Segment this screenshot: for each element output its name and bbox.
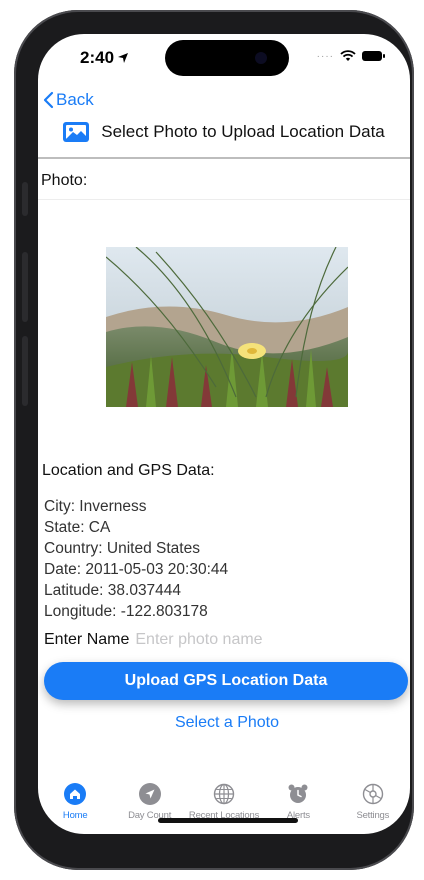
city-value: City: Inverness (44, 498, 147, 515)
longitude-value: Longitude: -122.803178 (44, 603, 208, 620)
upload-gps-button[interactable]: Upload GPS Location Data (44, 662, 408, 700)
house-icon (64, 783, 87, 805)
alarm-clock-icon (288, 784, 308, 803)
gear-icon (362, 783, 384, 805)
volume-down-button (22, 336, 28, 406)
latitude-value: Latitude: 38.037444 (44, 582, 182, 599)
chevron-left-icon (43, 91, 54, 109)
status-time: 2:40 (80, 48, 129, 68)
page-title: Select Photo to Upload Location Data (101, 122, 385, 141)
tab-home[interactable]: Home (38, 783, 112, 821)
status-time-text: 2:40 (80, 48, 115, 67)
tab-alerts[interactable]: Alerts (261, 783, 335, 821)
tab-settings-label: Settings (356, 810, 390, 821)
home-indicator (158, 818, 298, 823)
upload-button-label: Upload GPS Location Data (124, 672, 328, 689)
back-label: Back (56, 90, 94, 109)
location-services-icon (118, 53, 129, 63)
date-value: Date: 2011-05-03 20:30:44 (44, 561, 229, 578)
tab-settings[interactable]: Settings (336, 783, 410, 821)
battery-icon (362, 51, 385, 61)
signal-dots-icon: ···· (316, 50, 334, 62)
dynamic-island (165, 40, 289, 76)
location-arrow-icon (138, 783, 161, 805)
nav-title: Select Photo to Upload Location Data (38, 122, 410, 142)
app-screen: 2:40 ···· Back Select Photo to Upload Lo… (38, 34, 410, 834)
select-photo-button[interactable]: Select a Photo (38, 714, 410, 732)
tab-home-label: Home (62, 810, 88, 821)
location-details: City: Inverness State: CA Country: Unite… (44, 496, 228, 622)
status-indicators: ···· (316, 50, 385, 62)
selected-photo (106, 247, 348, 407)
globe-icon (213, 783, 235, 805)
country-value: Country: United States (44, 540, 200, 557)
nav-divider (38, 157, 410, 159)
wifi-icon (340, 50, 356, 61)
name-row: Enter Name (44, 631, 306, 649)
back-button[interactable]: Back (42, 90, 94, 110)
action-button (22, 182, 28, 216)
camera-icon (255, 52, 267, 64)
volume-up-button (22, 252, 28, 322)
state-value: State: CA (44, 519, 111, 536)
tab-day-count[interactable]: Day Count (112, 783, 186, 821)
location-heading: Location and GPS Data: (42, 462, 215, 479)
photo-label: Photo: (41, 172, 88, 189)
divider (38, 199, 410, 200)
photo-icon (63, 122, 90, 142)
tab-bar: Home Day Count Recent Locations Alerts S… (38, 783, 410, 821)
tab-recent-locations[interactable]: Recent Locations (187, 783, 261, 821)
photo-name-input[interactable] (135, 631, 306, 649)
name-label: Enter Name (44, 631, 130, 648)
